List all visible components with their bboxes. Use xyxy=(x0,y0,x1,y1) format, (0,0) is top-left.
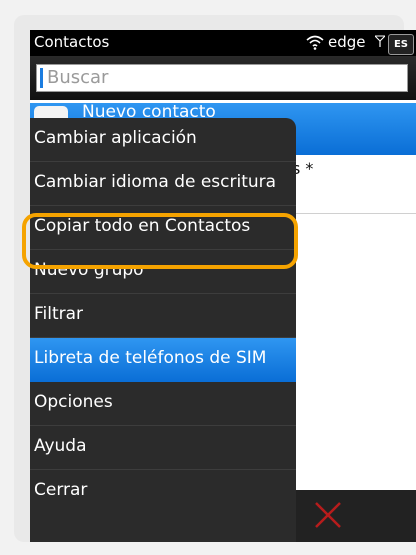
app-title: Contactos xyxy=(34,33,110,51)
menu-item-cambiar-aplicacion[interactable]: Cambiar aplicación xyxy=(30,118,296,162)
screen: Contactos edge ES Buscar Nuevo contacto … xyxy=(30,30,416,542)
search-placeholder: Buscar xyxy=(47,67,109,88)
menu-item-label: Cambiar aplicación xyxy=(34,128,197,148)
menu-item-label: Cambiar idioma de escritura xyxy=(34,172,277,192)
search-input[interactable]: Buscar xyxy=(36,64,408,92)
close-x-icon[interactable] xyxy=(313,500,343,530)
menu-item-filtrar[interactable]: Filtrar xyxy=(30,294,296,338)
input-language-badge[interactable]: ES xyxy=(388,34,414,55)
menu-item-label: Libreta de teléfonos de SIM xyxy=(34,348,267,368)
menu-item-label: Opciones xyxy=(34,392,113,412)
search-bar: Buscar xyxy=(30,56,416,100)
menu-item-label: Cerrar xyxy=(34,480,88,500)
menu-item-label: Filtrar xyxy=(34,304,84,324)
context-menu: Cambiar aplicación Cambiar idioma de esc… xyxy=(30,118,296,542)
menu-item-ayuda[interactable]: Ayuda xyxy=(30,426,296,470)
wifi-icon xyxy=(306,35,324,50)
menu-item-libreta-sim[interactable]: Libreta de teléfonos de SIM xyxy=(30,338,296,382)
menu-item-opciones[interactable]: Opciones xyxy=(30,382,296,426)
signal-icon xyxy=(375,35,385,47)
menu-item-cambiar-idioma[interactable]: Cambiar idioma de escritura xyxy=(30,162,296,206)
highlight-annotation xyxy=(22,213,298,269)
text-caret xyxy=(40,68,43,88)
network-type: edge xyxy=(328,33,366,51)
menu-item-label: Ayuda xyxy=(34,436,87,456)
status-bar: Contactos edge ES xyxy=(30,30,416,56)
menu-item-cerrar[interactable]: Cerrar xyxy=(30,470,296,514)
